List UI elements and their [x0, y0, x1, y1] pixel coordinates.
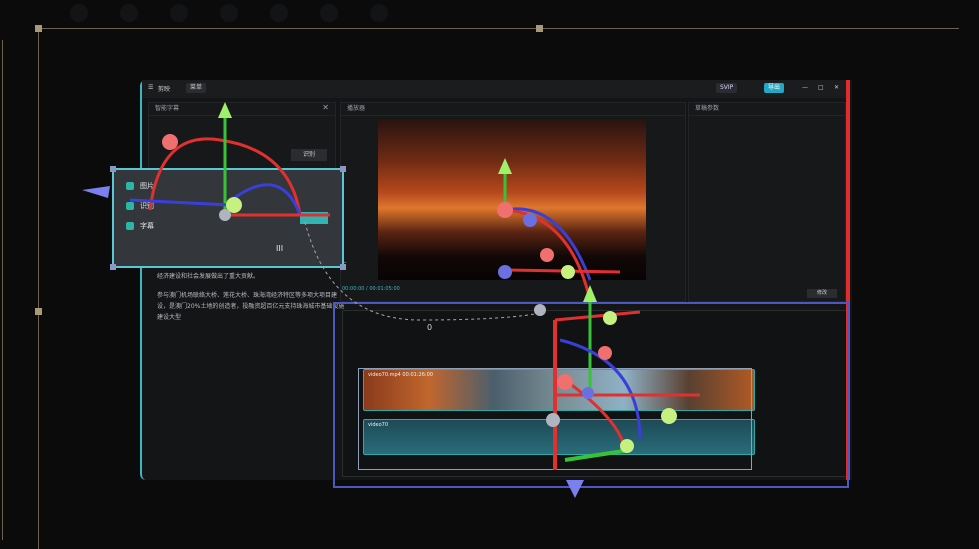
gizmo-3[interactable]	[534, 285, 700, 498]
transform-gizmo-overlay	[82, 102, 700, 498]
gizmo-2[interactable]	[497, 158, 621, 301]
gizmo-1[interactable]	[82, 102, 330, 221]
